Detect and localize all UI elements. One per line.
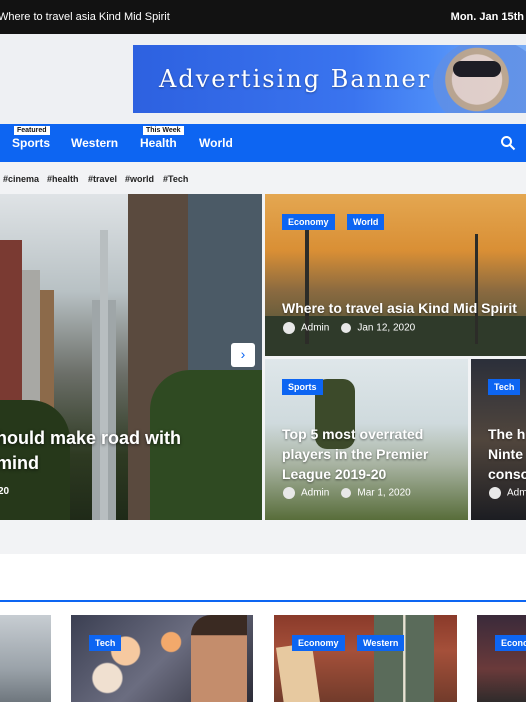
category-badge[interactable]: Economy — [282, 214, 335, 230]
post-author[interactable]: Admin — [301, 323, 329, 334]
post-title[interactable]: The h Ninte conso — [488, 424, 526, 484]
tag-tech[interactable]: #Tech — [163, 174, 188, 184]
category-badge[interactable]: World — [347, 214, 385, 230]
advertising-banner[interactable]: Advertising Banner — [133, 45, 526, 113]
spire — [100, 230, 108, 520]
category-badge[interactable]: Western — [357, 635, 405, 651]
page: Where to travel asia Kind Mid Spirit Mon… — [0, 0, 526, 702]
post-date: Jan 12, 2020 — [357, 322, 416, 334]
post-meta: Admin Jan 12, 2020 — [283, 322, 415, 334]
post-title[interactable]: Where to travel asia Kind Mid Spirit — [282, 298, 526, 318]
post-author[interactable]: Admin — [301, 488, 329, 499]
sunglasses-graphic — [453, 61, 501, 77]
post-thumbnail[interactable]: Tech — [71, 615, 253, 702]
hero-title-line: mind — [0, 453, 39, 473]
tag-health[interactable]: #health — [47, 174, 79, 184]
hero-slide[interactable]: hould make road with mind 20 — [0, 194, 262, 520]
nav-badge-this-week: This Week — [143, 126, 184, 135]
tag-travel[interactable]: #travel — [88, 174, 117, 184]
post-meta: Admin Mar 1, 2020 — [283, 487, 411, 499]
window-graphic — [374, 615, 434, 702]
current-date: Mon. Jan 15th — [450, 11, 524, 23]
hero-title[interactable]: hould make road with mind — [0, 426, 256, 476]
nav-item-western[interactable]: Western — [71, 136, 118, 150]
person-photo — [191, 615, 247, 702]
post-card[interactable]: Tech The h Ninte conso Adm — [471, 359, 526, 520]
banner-text: Advertising Banner — [159, 65, 432, 93]
news-ticker[interactable]: Where to travel asia Kind Mid Spirit — [0, 11, 170, 23]
section-divider — [0, 600, 526, 602]
post-thumbnail[interactable] — [0, 615, 51, 702]
post-card[interactable]: Sports Top 5 most overrated players in t… — [265, 359, 468, 520]
slider-next-arrow[interactable]: › — [231, 343, 255, 367]
author-avatar-icon — [283, 487, 295, 499]
author-avatar-icon — [489, 487, 501, 499]
clock-icon — [341, 323, 352, 333]
post-card[interactable]: Economy World Where to travel asia Kind … — [265, 194, 526, 356]
post-author[interactable]: Adm — [507, 488, 526, 499]
hero-date: 20 — [0, 486, 10, 497]
sign-graphic — [275, 642, 321, 702]
nav-badge-featured: Featured — [14, 126, 50, 135]
post-thumbnail[interactable]: Econo — [477, 615, 526, 702]
main-nav: Featured Sports Western This Week Health… — [0, 124, 526, 162]
site-header: Advertising Banner — [0, 34, 526, 124]
post-title[interactable]: Top 5 most overrated players in the Prem… — [282, 424, 462, 484]
category-badge[interactable]: Economy — [292, 635, 345, 651]
clock-icon — [341, 488, 352, 498]
category-badge[interactable]: Tech — [488, 379, 521, 395]
post-thumbnail[interactable]: Economy Western — [274, 615, 457, 702]
banner-photo — [433, 45, 526, 113]
category-badge[interactable]: Tech — [89, 635, 122, 651]
category-badge[interactable]: Sports — [282, 379, 323, 395]
post-meta: Adm — [489, 487, 526, 499]
tag-cinema[interactable]: #cinema — [3, 174, 39, 184]
category-badge[interactable]: Econo — [495, 635, 526, 651]
search-icon[interactable] — [500, 135, 516, 151]
tag-world[interactable]: #world — [125, 174, 154, 184]
author-avatar-icon — [283, 322, 295, 334]
post-date: Mar 1, 2020 — [357, 487, 411, 499]
hero-title-line: hould make road with — [0, 428, 182, 448]
nav-item-health[interactable]: Health — [140, 136, 177, 150]
lower-section: Tech Economy Western Econo — [0, 554, 526, 702]
tree-trunk — [475, 234, 478, 344]
nav-item-sports[interactable]: Sports — [12, 136, 50, 150]
tag-bar: #cinema #health #travel #world #Tech — [0, 162, 526, 194]
top-bar: Where to travel asia Kind Mid Spirit Mon… — [0, 0, 526, 34]
nav-item-world[interactable]: World — [199, 136, 233, 150]
